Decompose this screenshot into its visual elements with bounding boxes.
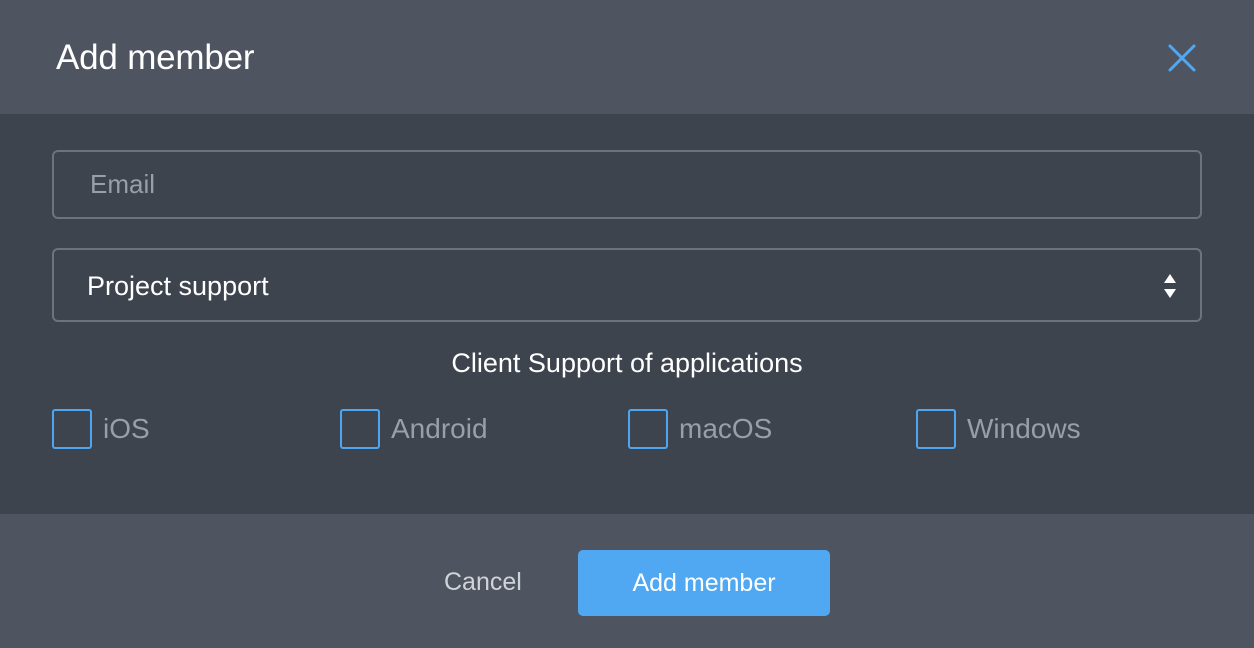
close-icon[interactable] bbox=[1164, 40, 1200, 76]
checkbox-box[interactable] bbox=[340, 409, 380, 449]
checkbox-label: iOS bbox=[103, 413, 150, 444]
platforms-section-title: Client Support of applications bbox=[451, 348, 803, 378]
checkbox-box[interactable] bbox=[628, 409, 668, 449]
add-member-button[interactable]: Add member bbox=[578, 550, 830, 616]
checkbox-label: Windows bbox=[967, 413, 1081, 444]
email-field-container bbox=[52, 150, 1202, 219]
dialog-footer: Cancel Add member bbox=[0, 514, 1254, 648]
email-input[interactable] bbox=[54, 152, 1200, 217]
dialog-title: Add member bbox=[56, 38, 255, 77]
checkbox-android[interactable]: Android bbox=[340, 407, 488, 451]
dialog-body: Project support Client Support of applic… bbox=[0, 114, 1254, 514]
role-select-value: Project support bbox=[87, 271, 269, 301]
role-select[interactable]: Project support bbox=[52, 248, 1202, 322]
checkbox-macos[interactable]: macOS bbox=[628, 407, 772, 451]
cancel-button[interactable]: Cancel bbox=[444, 566, 522, 598]
add-member-dialog: Add member Project support Client Suppor… bbox=[0, 0, 1254, 648]
checkbox-label: Android bbox=[391, 413, 488, 444]
checkbox-box[interactable] bbox=[52, 409, 92, 449]
checkbox-ios[interactable]: iOS bbox=[52, 407, 150, 451]
sort-arrows-icon bbox=[1162, 272, 1178, 300]
dialog-header: Add member bbox=[0, 0, 1254, 114]
checkbox-label: macOS bbox=[679, 413, 773, 444]
checkbox-box[interactable] bbox=[916, 409, 956, 449]
checkbox-windows[interactable]: Windows bbox=[916, 407, 1081, 451]
